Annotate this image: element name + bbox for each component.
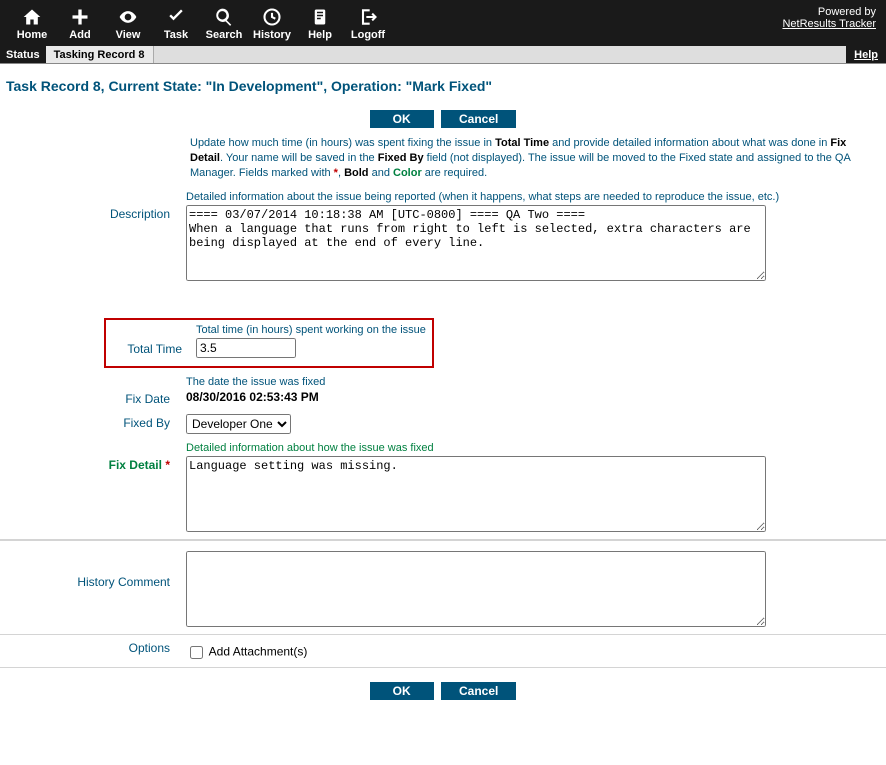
history-button[interactable]: History [248,0,296,46]
history-comment-textarea[interactable] [186,551,766,627]
help-link[interactable]: Help [846,46,886,63]
description-hint: Detailed information about the issue bei… [186,191,880,203]
cancel-button-top[interactable]: Cancel [441,110,516,128]
eye-icon [116,6,140,28]
total-time-hint: Total time (in hours) spent working on t… [196,324,426,336]
powered-by: Powered by NetResults Tracker [782,6,876,30]
logoff-icon [357,6,379,28]
task-button[interactable]: Task [152,0,200,46]
history-comment-label: History Comment [0,540,180,634]
add-button[interactable]: Add [56,0,104,46]
help-icon [311,6,329,28]
main-toolbar: Home Add View Task Search History Help [0,0,886,46]
plus-icon [70,6,90,28]
options-label: Options [0,635,180,667]
form-table: Description Detailed information about t… [0,187,886,318]
fixed-by-select[interactable]: Developer One [186,414,291,434]
add-attachment-checkbox[interactable] [190,646,203,659]
button-row-top: OK Cancel [0,110,886,128]
netresults-link[interactable]: NetResults Tracker [782,18,876,30]
sub-toolbar: Status Tasking Record 8 Help [0,46,886,64]
add-attachment-label: Add Attachment(s) [209,645,308,659]
instructions: Update how much time (in hours) was spen… [0,134,886,187]
cancel-button-bottom[interactable]: Cancel [441,682,516,700]
fix-detail-textarea[interactable]: Language setting was missing. [186,456,766,532]
search-icon [214,6,234,28]
record-tab[interactable]: Tasking Record 8 [46,46,154,63]
fix-date-value: 08/30/2016 02:53:43 PM [186,390,880,404]
ok-button-bottom[interactable]: OK [370,682,434,700]
clock-icon [262,6,282,28]
fix-detail-hint: Detailed information about how the issue… [186,442,880,454]
total-time-input[interactable] [196,338,296,358]
view-button[interactable]: View [104,0,152,46]
logoff-button[interactable]: Logoff [344,0,392,46]
status-tab[interactable]: Status [0,46,46,63]
fix-date-label: Fix Date [0,372,180,410]
fix-date-hint: The date the issue was fixed [186,376,880,388]
home-icon [21,6,43,28]
help-button[interactable]: Help [296,0,344,46]
description-label: Description [0,187,180,288]
page-title: Task Record 8, Current State: "In Develo… [0,64,886,104]
check-icon [165,6,187,28]
home-button[interactable]: Home [8,0,56,46]
ok-button-top[interactable]: OK [370,110,434,128]
form-table-2: Fix Date The date the issue was fixed 08… [0,372,886,668]
button-row-bottom: OK Cancel [0,682,886,700]
total-time-group: Total Time Total time (in hours) spent w… [104,318,434,368]
total-time-label: Total Time [112,342,182,358]
fixed-by-label: Fixed By [0,410,180,438]
description-textarea[interactable]: ==== 03/07/2014 10:18:38 AM [UTC-0800] =… [186,205,766,281]
fix-detail-label: Fix Detail [109,458,162,472]
search-button[interactable]: Search [200,0,248,46]
